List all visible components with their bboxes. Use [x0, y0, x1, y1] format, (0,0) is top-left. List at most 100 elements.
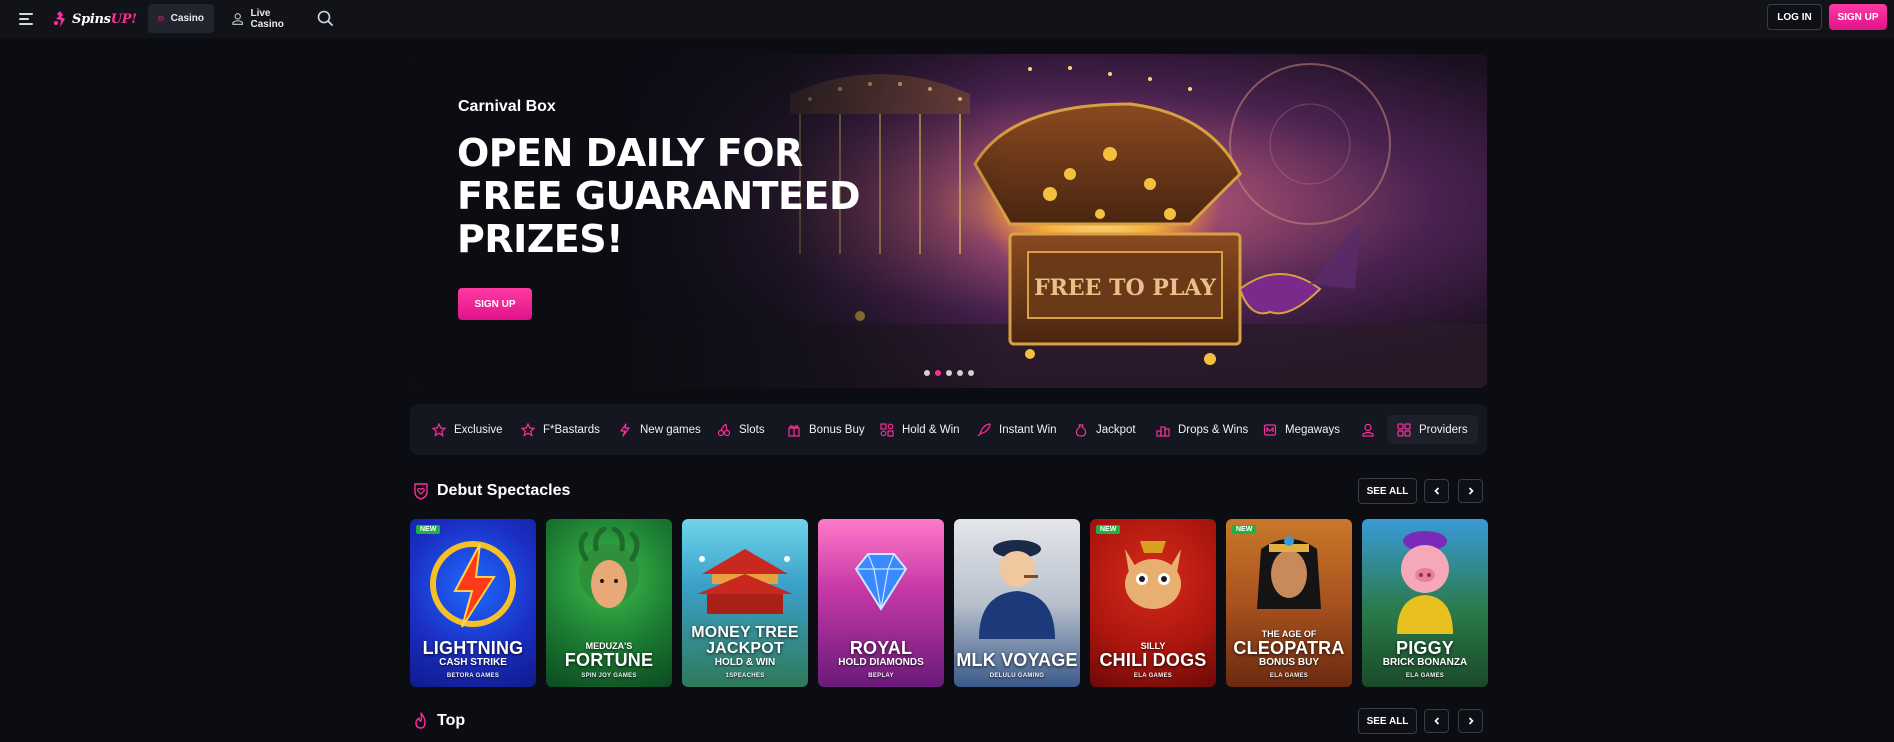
chevron-left-icon — [1433, 487, 1439, 495]
category-instant-win[interactable]: Instant Win — [977, 415, 1057, 444]
game-subtitle: HOLD & WIN — [714, 657, 776, 668]
category-label: Bonus Buy — [809, 423, 865, 436]
cherries-icon — [717, 423, 731, 436]
game-subtitle: CASH STRIKE — [439, 657, 507, 668]
dealer-icon — [232, 12, 244, 25]
chevron-right-icon — [1468, 717, 1474, 725]
game-title: MONEY TREE JACKPOT — [691, 624, 799, 657]
gift-icon — [788, 424, 800, 437]
category-label: Drops & Wins — [1178, 423, 1249, 436]
game-title: PIGGY — [1395, 638, 1454, 658]
prev-arrow-button[interactable] — [1424, 479, 1449, 503]
game-tile[interactable]: NEW LIGHTNING CASH STRIKE BETORA GAMES — [410, 519, 536, 687]
logo[interactable]: SpinsUP! — [52, 8, 137, 30]
svg-text:777: 777 — [159, 18, 164, 20]
game-subtitle: HOLD DIAMONDS — [838, 657, 924, 668]
category-fbastards[interactable]: F*Bastards — [521, 415, 600, 444]
game-provider: BETORA GAMES — [446, 673, 500, 679]
game-tile[interactable]: NEW THE AGE OF CLEOPATRA BONUS BUY ELA G… — [1226, 519, 1352, 687]
game-title: CHILI DOGS — [1099, 650, 1207, 670]
carousel-dot[interactable] — [924, 370, 930, 376]
logo-mark-icon — [54, 11, 65, 27]
game-provider: ELA GAMES — [1269, 673, 1309, 679]
heart-shield-icon — [414, 483, 428, 500]
prev-arrow-button[interactable] — [1424, 709, 1449, 733]
flame-icon — [415, 712, 426, 729]
hero-signup-button[interactable]: SIGN UP — [458, 288, 532, 320]
game-title: LIGHTNING — [422, 638, 524, 658]
category-providers[interactable]: Providers — [1387, 415, 1478, 444]
tab-casino[interactable]: 777 Casino — [148, 4, 214, 33]
category-megaways[interactable]: Megaways — [1263, 415, 1340, 444]
game-provider: ELA GAMES — [1405, 673, 1445, 679]
game-carousel: NEW LIGHTNING CASH STRIKE BETORA GAMES M… — [410, 519, 1488, 687]
carousel-dot[interactable] — [968, 370, 974, 376]
top-bar: SpinsUP! 777 Casino Live Casino LOG IN S… — [0, 0, 1894, 38]
category-label: Slots — [739, 423, 765, 436]
category-jackpot[interactable]: Jackpot — [1074, 415, 1136, 444]
section-title: Top — [437, 712, 466, 729]
chevron-left-icon — [1433, 717, 1439, 725]
game-tile[interactable]: MEDUZA'S FORTUNE SPIN JOY GAMES — [546, 519, 672, 687]
category-exclusive[interactable]: Exclusive — [432, 415, 503, 444]
game-provider: SPIN JOY GAMES — [581, 673, 637, 679]
section-title: Debut Spectacles — [437, 482, 571, 499]
new-badge: NEW — [1232, 525, 1257, 534]
game-provider: ELA GAMES — [1133, 673, 1173, 679]
game-tile[interactable]: MLK VOYAGE DELULU GAMING — [954, 519, 1080, 687]
carousel-dot[interactable] — [957, 370, 963, 376]
game-title: FORTUNE — [564, 650, 654, 670]
coins-icon — [880, 422, 894, 437]
game-subtitle: BRICK BONANZA — [1382, 657, 1468, 668]
search-icon[interactable] — [314, 7, 336, 29]
chest-text: FREE TO PLAY — [1034, 275, 1216, 301]
dealer-icon — [1362, 423, 1374, 437]
game-provider: DELULU GAMING — [989, 673, 1045, 679]
category-hold-and-win[interactable]: Hold & Win — [880, 415, 960, 444]
game-subtitle: BONUS BUY — [1258, 657, 1319, 668]
game-tile[interactable]: MONEY TREE JACKPOT HOLD & WIN 1SPEACHES — [682, 519, 808, 687]
hero-kicker: Carnival Box — [458, 98, 556, 115]
star-outline-icon — [521, 422, 535, 437]
hamburger-icon[interactable] — [14, 7, 38, 31]
game-provider: BEPLAY — [868, 673, 894, 679]
megaways-icon — [1263, 423, 1277, 436]
carousel-dot-active[interactable] — [935, 370, 941, 376]
category-drops-and-wins[interactable]: Drops & Wins — [1156, 415, 1248, 444]
tab-live-casino[interactable]: Live Casino — [222, 4, 310, 33]
category-label: New games — [640, 423, 701, 436]
section-header-debut: Debut Spectacles SEE ALL — [410, 478, 1487, 504]
next-arrow-button[interactable] — [1458, 709, 1483, 733]
casino-icon: 777 — [158, 16, 164, 21]
lightning-icon — [620, 422, 630, 437]
game-title: ROYAL — [849, 638, 913, 658]
game-tile[interactable]: ROYAL HOLD DIAMONDS BEPLAY — [818, 519, 944, 687]
category-label: Instant Win — [999, 423, 1057, 436]
signup-button[interactable]: SIGN UP — [1829, 4, 1887, 30]
category-label: Megaways — [1285, 423, 1340, 436]
grid-icon — [1397, 422, 1411, 437]
section-header-top: Top SEE ALL — [410, 708, 1487, 734]
category-label: F*Bastards — [543, 423, 600, 436]
category-new-games[interactable]: New games — [618, 415, 701, 444]
category-bonus-buy[interactable]: Bonus Buy — [787, 415, 865, 444]
game-tile[interactable]: PIGGY BRICK BONANZA ELA GAMES — [1362, 519, 1488, 687]
rocket-icon — [977, 422, 991, 436]
carousel-dot[interactable] — [946, 370, 952, 376]
see-all-button[interactable]: SEE ALL — [1358, 708, 1417, 734]
see-all-button[interactable]: SEE ALL — [1358, 478, 1417, 504]
hero-title: OPEN DAILY FOR FREE GUARANTEED PRIZES! — [457, 131, 861, 261]
star-icon — [432, 422, 446, 437]
category-slots[interactable]: Slots — [717, 415, 765, 444]
game-title: CLEOPATRA — [1233, 638, 1345, 658]
login-button[interactable]: LOG IN — [1767, 4, 1822, 30]
category-live-dealer[interactable] — [1361, 415, 1383, 444]
game-title: MLK VOYAGE — [956, 650, 1078, 670]
moneybag-icon — [1075, 423, 1087, 437]
game-tile[interactable]: NEW SILLY CHILI DOGS ELA GAMES — [1090, 519, 1216, 687]
category-label: Providers — [1419, 423, 1468, 436]
game-provider: 1SPEACHES — [725, 673, 765, 679]
hero-banner[interactable]: FREE TO PLAY Carnival Box OPEN DAILY FOR… — [410, 54, 1487, 388]
next-arrow-button[interactable] — [1458, 479, 1483, 503]
new-badge: NEW — [1096, 525, 1121, 534]
